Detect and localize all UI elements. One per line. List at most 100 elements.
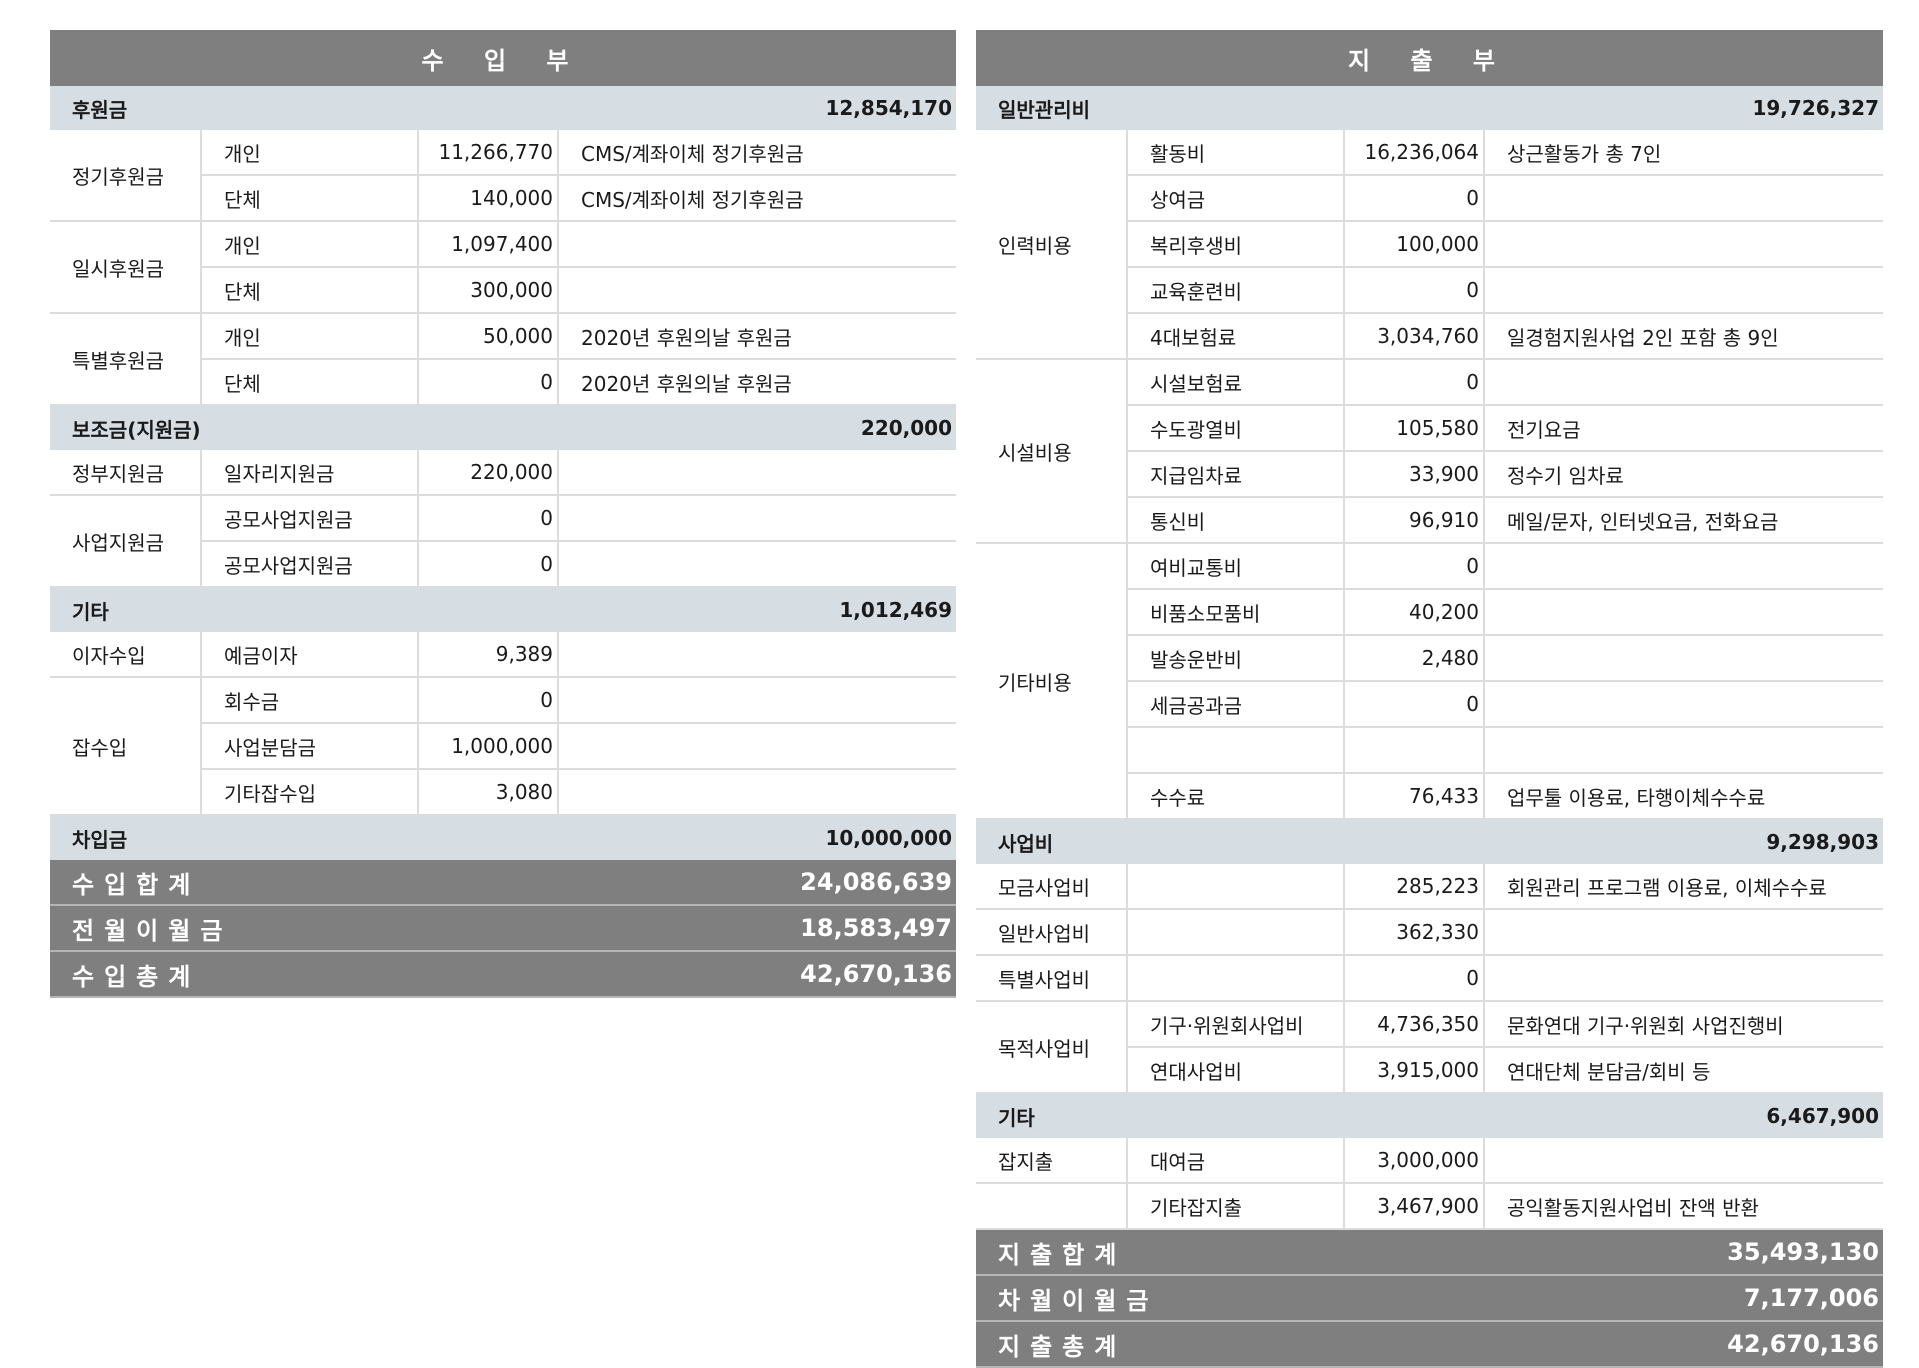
section-row: 기타 6,467,900 [976,1093,1883,1138]
amount-cell: 300,000 [418,267,559,314]
amount-cell: 3,080 [418,769,559,816]
note-cell: 2020년 후원의날 후원금 [558,359,956,406]
note-cell: 회원관리 프로그램 이용료, 이체수수료 [1484,864,1883,910]
expense-table-body: 지 출 부 일반관리비 19,726,327 인력비용 활동비 16,236,064 상근활… [976,30,1883,1368]
item-cell: 4대보험료 [1127,313,1345,360]
section-name: 후원금 [50,86,558,130]
total-label: 차월이월금 [976,1275,1484,1322]
total-amount: 7,177,006 [1484,1275,1883,1322]
note-cell: 문화연대 기구·위원회 사업진행비 [1484,1001,1883,1048]
table-row: 기타비용 여비교통비 0 [976,543,1883,820]
table-row: 정기후원금 개인 11,266,770 CMS/계좌이체 정기후원금 [50,130,956,222]
amount-cell: 0 [418,359,559,406]
total-row: 지출합계 35,493,130 [976,1229,1883,1276]
note-cell [1484,635,1883,682]
item-cell: 활동비 [1127,130,1345,176]
table-row: 특별후원금 개인 50,000 2020년 후원의날 후원금 [50,313,956,406]
item-cell: 단체 [201,175,419,222]
item-cell: 여비교통비 [1127,543,1345,590]
amount-cell: 76,433 [1344,773,1485,820]
amount-cell: 40,200 [1344,589,1485,636]
section-row: 차입금 10,000,000 [50,815,956,860]
income-title: 수 입 부 [50,30,956,86]
total-label: 지출합계 [976,1229,1484,1276]
note-cell [1484,727,1883,774]
amount-cell: 0 [1344,175,1485,222]
note-cell [1484,909,1883,956]
note-cell [1484,589,1883,636]
section-name: 보조금(지원금) [50,405,558,450]
item-cell: 기타잡수입 [201,769,419,816]
note-cell: 공익활동지원사업비 잔액 반환 [1484,1183,1883,1230]
amount-cell: 3,034,760 [1344,313,1485,360]
item-cell: 수도광열비 [1127,405,1345,452]
amount-cell: 1,000,000 [418,723,559,770]
table-row: 기타잡지출 3,467,900 공익활동지원사업비 잔액 반환 [976,1183,1883,1230]
item-cell: 사업분담금 [201,723,419,770]
note-cell: 일경험지원사업 2인 포함 총 9인 [1484,313,1883,360]
category-cell: 이자수입 [50,632,202,678]
item-cell: 연대사업비 [1127,1047,1345,1094]
item-cell: 기타잡지출 [1127,1183,1345,1230]
item-cell: 복리후생비 [1127,221,1345,268]
note-cell [558,541,956,588]
note-cell [1484,1138,1883,1184]
amount-cell: 4,736,350 [1344,1001,1485,1048]
category-cell: 일시후원금 [50,221,202,314]
amount-cell: 100,000 [1344,221,1485,268]
table-row: 사업지원금 공모사업지원금 0 [50,495,956,588]
section-amount: 10,000,000 [558,815,956,860]
amount-cell [1344,727,1485,774]
category-cell [976,1183,1128,1230]
amount-cell: 16,236,064 [1344,130,1485,176]
note-cell [558,495,956,542]
note-cell: 상근활동가 총 7인 [1484,130,1883,176]
item-cell: 일자리지원금 [201,450,419,496]
category-cell: 시설비용 [976,359,1128,544]
note-cell [558,450,956,496]
amount-cell: 0 [1344,267,1485,314]
note-cell: 메일/문자, 인터넷요금, 전화요금 [1484,497,1883,544]
section-row: 일반관리비 19,726,327 [976,86,1883,130]
note-cell [1484,267,1883,314]
income-table-body: 수 입 부 후원금 12,854,170 정기후원금 개인 11,266,770 CMS/계… [50,30,956,998]
item-cell: 상여금 [1127,175,1345,222]
note-cell: 정수기 임차료 [1484,451,1883,498]
income-table: 수 입 부 후원금 12,854,170 정기후원금 개인 11,266,770 CMS/계… [50,30,956,998]
category-cell: 정기후원금 [50,130,202,222]
category-cell: 목적사업비 [976,1001,1128,1094]
total-amount: 42,670,136 [1484,1321,1883,1368]
category-cell: 잡수입 [50,677,202,816]
amount-cell: 11,266,770 [418,130,559,176]
total-amount: 18,583,497 [558,905,956,952]
item-cell: 기구·위원회사업비 [1127,1001,1345,1048]
note-cell [1484,543,1883,590]
total-row: 수입합계 24,086,639 [50,860,956,906]
amount-cell: 285,223 [1344,864,1485,910]
section-name: 사업비 [976,819,1484,864]
item-cell: 개인 [201,130,419,176]
note-cell [558,632,956,678]
section-row: 기타 1,012,469 [50,587,956,632]
amount-cell: 220,000 [418,450,559,496]
note-cell [558,267,956,314]
expense-table: 지 출 부 일반관리비 19,726,327 인력비용 활동비 16,236,064 상근활… [976,30,1883,1368]
amount-cell: 50,000 [418,313,559,360]
table-row: 목적사업비 기구·위원회사업비 4,736,350 문화연대 기구·위원회 사업진행비 [976,1001,1883,1094]
amount-cell: 0 [1344,681,1485,728]
item-cell: 시설보험료 [1127,359,1345,406]
item-cell [1127,955,1345,1002]
category-cell: 모금사업비 [976,864,1128,910]
note-cell: CMS/계좌이체 정기후원금 [558,130,956,176]
expense-header-row: 지 출 부 [976,30,1883,86]
section-amount: 1,012,469 [558,587,956,632]
note-cell [1484,175,1883,222]
category-cell: 사업지원금 [50,495,202,588]
item-cell: 비품소모품비 [1127,589,1345,636]
total-amount: 24,086,639 [558,860,956,906]
table-row: 특별사업비 0 [976,955,1883,1002]
item-cell: 개인 [201,221,419,268]
note-cell [1484,955,1883,1002]
category-cell: 기타비용 [976,543,1128,820]
category-cell: 일반사업비 [976,909,1128,956]
